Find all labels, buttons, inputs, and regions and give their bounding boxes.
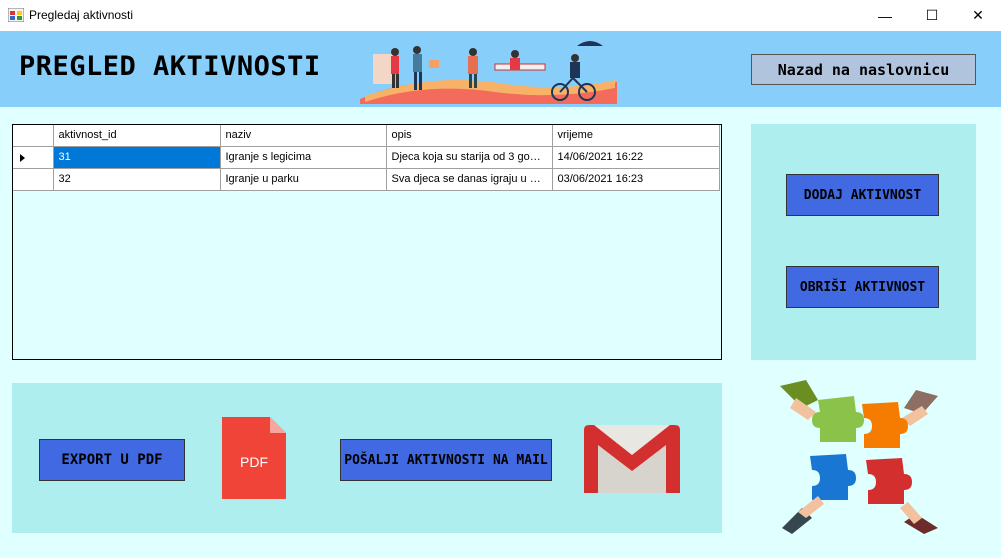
table-cell-vrijeme[interactable]: 03/06/2021 16:23 [552,168,720,191]
pdf-icon-label: PDF [240,454,268,470]
app-icon [8,8,24,22]
export-pdf-button[interactable]: EXPORT U PDF [39,439,185,481]
page-title: PREGLED AKTIVNOSTI [19,51,321,82]
row-header[interactable] [13,168,54,191]
table-cell-opis[interactable]: Sva djeca se danas igraju u par... [386,168,553,191]
grid-header-row: aktivnost_id naziv opis vrijeme [13,125,720,147]
table-cell-opis[interactable]: Djeca koja su starija od 3 godin... [386,146,553,169]
row-header-corner [13,125,54,147]
back-to-home-button[interactable]: Nazad na naslovnicu [751,54,976,85]
gmail-icon[interactable] [584,425,680,493]
window-titlebar: Pregledaj aktivnosti — ☐ ✕ [0,0,1001,31]
send-activities-mail-button[interactable]: POŠALJI AKTIVNOSTI NA MAIL [340,439,552,481]
column-header-vrijeme[interactable]: vrijeme [552,125,720,147]
table-cell-naziv[interactable]: Igranje u parku [220,168,387,191]
maximize-button[interactable]: ☐ [909,0,955,31]
add-activity-button[interactable]: DODAJ AKTIVNOST [786,174,939,216]
delete-activity-button[interactable]: OBRIŠI AKTIVNOST [786,266,939,308]
current-row-arrow-icon [20,153,25,162]
activities-grid[interactable]: aktivnost_id naziv opis vrijeme 31 Igran… [12,124,722,360]
table-row[interactable]: 32 Igranje u parku Sva djeca se danas ig… [13,168,720,191]
table-cell-id[interactable]: 31 [53,146,221,169]
table-cell-id[interactable]: 32 [53,168,221,191]
column-header-naziv[interactable]: naziv [220,125,387,147]
people-banner-illustration [360,41,617,104]
window-title: Pregledaj aktivnosti [29,8,134,22]
teamwork-puzzle-illustration [780,380,938,534]
row-header[interactable] [13,146,54,169]
minimize-button[interactable]: — [862,0,908,31]
header: PREGLED AKTIVNOSTI Nazad na naslovnicu [0,31,1001,107]
table-cell-vrijeme[interactable]: 14/06/2021 16:22 [552,146,720,169]
pdf-file-icon[interactable]: PDF [222,417,286,499]
close-button[interactable]: ✕ [955,0,1001,31]
column-header-aktivnost-id[interactable]: aktivnost_id [53,125,221,147]
table-row[interactable]: 31 Igranje s legicima Djeca koja su star… [13,146,720,169]
table-cell-naziv[interactable]: Igranje s legicima [220,146,387,169]
actions-panel [751,124,976,360]
column-header-opis[interactable]: opis [386,125,553,147]
